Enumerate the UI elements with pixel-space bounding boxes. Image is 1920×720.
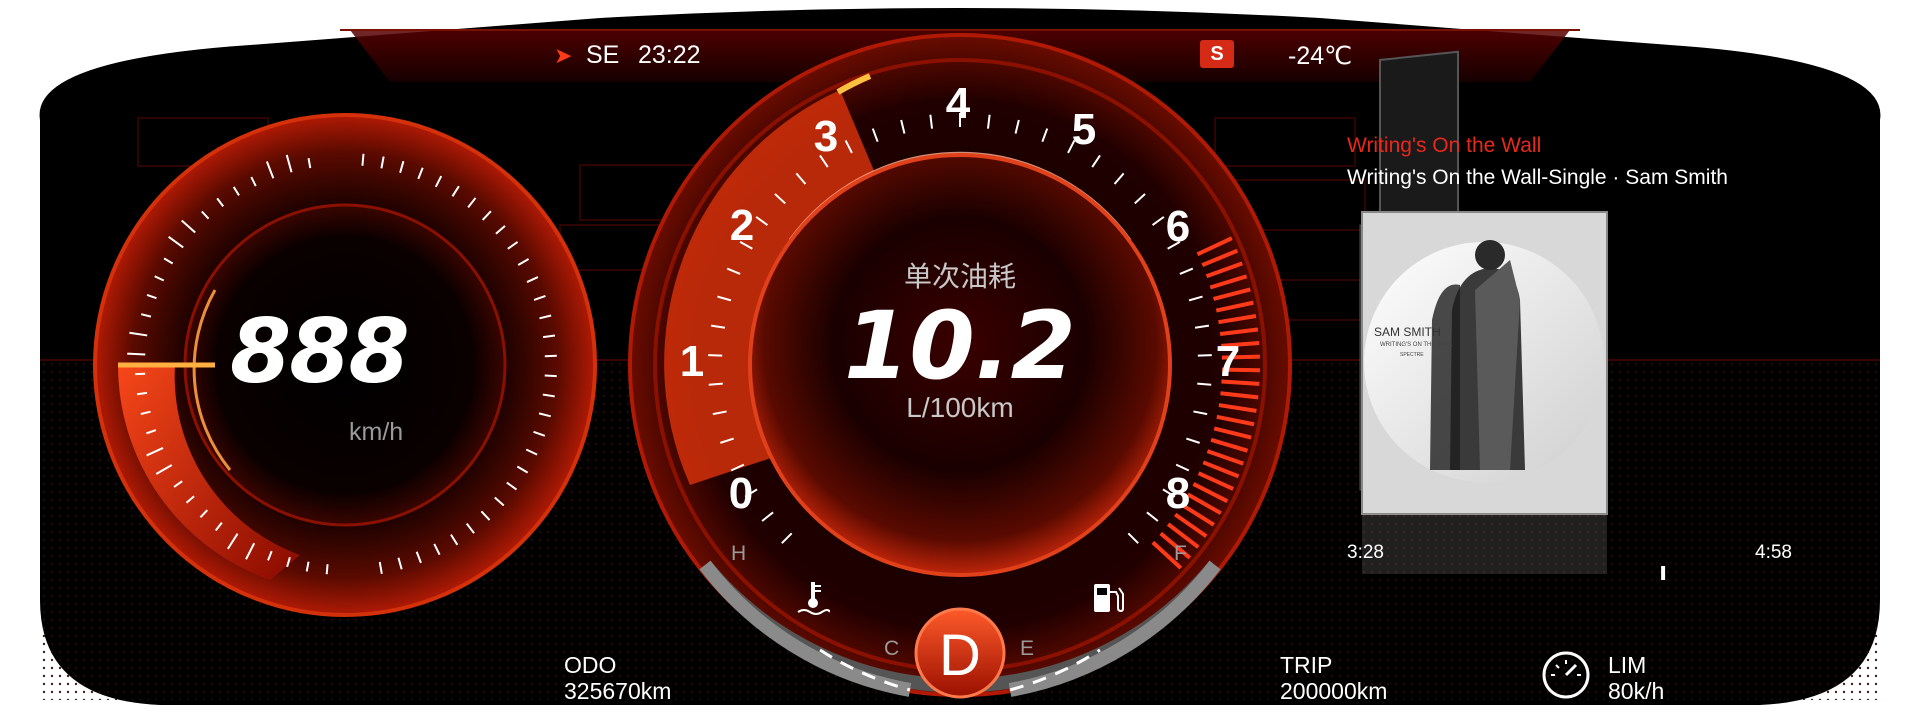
fuel-empty-label: E [1020, 637, 1035, 660]
outside-temperature: -24℃ [1288, 42, 1353, 70]
speed-value: 888 [230, 300, 410, 403]
speed-unit: km/h [349, 418, 404, 446]
dial-scale-8: 8 [1165, 469, 1191, 518]
dial-scale-6: 6 [1165, 202, 1191, 251]
limit-label: LIM [1608, 652, 1647, 678]
sport-mode-badge: S [1200, 40, 1234, 68]
temp-hot-label: H [731, 542, 747, 565]
gear-indicator: D [939, 623, 981, 688]
temp-cold-label: C [884, 637, 900, 660]
album-artist: Writing's On the Wall-Single · Sam Smith [1347, 166, 1728, 189]
dial-scale-0: 0 [728, 469, 754, 518]
coolant-temperature-icon [796, 580, 831, 624]
fuel-consumption-unit: L/100km [906, 392, 1014, 423]
trip-label: TRIP [1280, 652, 1333, 678]
elapsed-time: 3:28 [1347, 542, 1384, 563]
dial-scale-3: 3 [813, 112, 839, 161]
odo-label: ODO [564, 652, 617, 678]
track-title: Writing's On the Wall [1347, 134, 1542, 157]
compass-direction: SE [586, 41, 620, 69]
instrument-cluster: ➤ SE 23:22 S -24℃ 888 km/h 0 1 2 3 4 5 6… [0, 0, 1920, 720]
clock-time: 23:22 [638, 41, 701, 69]
dial-scale-2: 2 [729, 201, 755, 250]
trip-value: 200000km [1280, 678, 1388, 704]
dial-scale-7: 7 [1215, 337, 1241, 386]
total-time: 4:58 [1755, 542, 1792, 563]
limit-value: 80k/h [1608, 678, 1665, 704]
odo-value: 325670km [564, 678, 672, 704]
progress-knob[interactable] [1661, 566, 1666, 580]
cover-subtitle-text: WRITING'S ON THE WALL [1380, 342, 1454, 348]
cover-tag-text: SPECTRE [1400, 352, 1424, 358]
fuel-full-label: F [1174, 542, 1187, 565]
fuel-consumption-value: 10.2 [844, 292, 1076, 401]
dial-scale-1: 1 [679, 337, 705, 386]
fuel-pump-icon [1090, 580, 1126, 621]
direction-arrow-icon: ➤ [554, 43, 573, 68]
dial-scale-5: 5 [1071, 105, 1097, 154]
dial-scale-4: 4 [945, 79, 971, 128]
dial-title: 单次油耗 [903, 260, 1017, 293]
cover-artist-text: SAM SMITH [1374, 325, 1441, 339]
